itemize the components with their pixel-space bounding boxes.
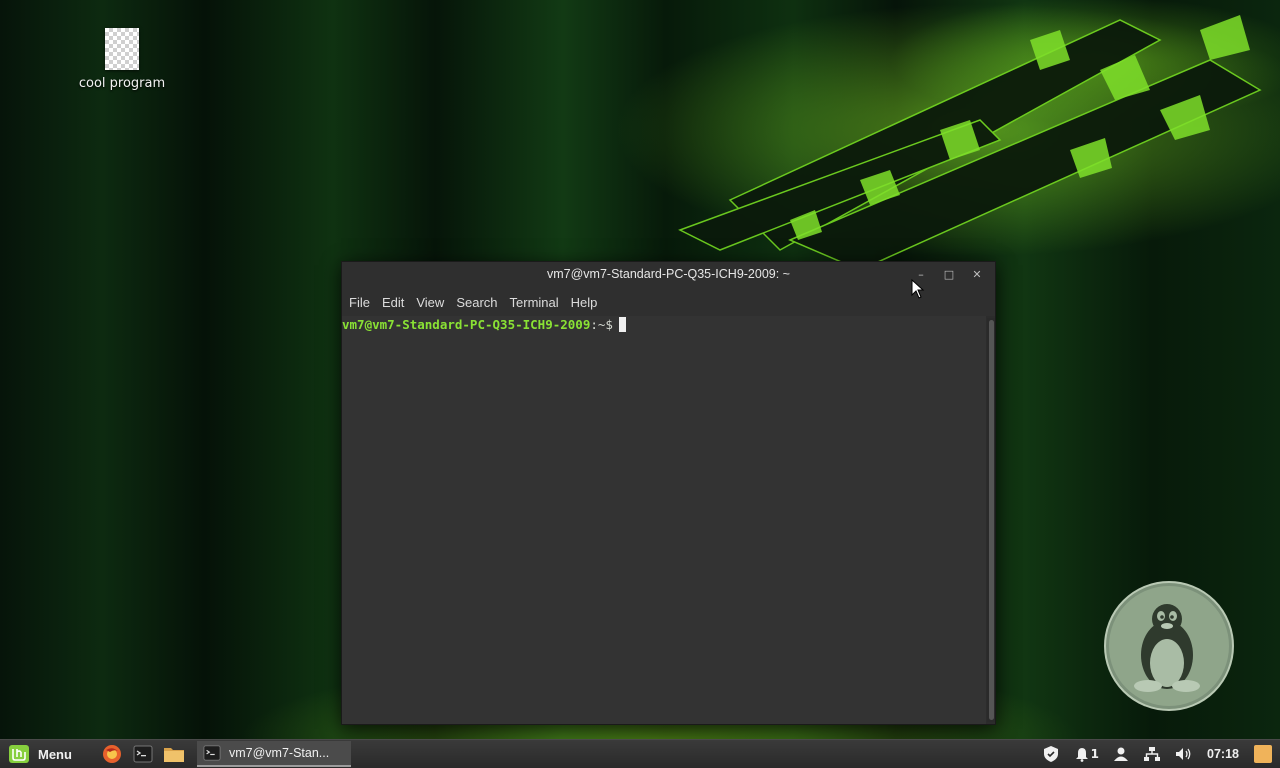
- maximize-icon: □: [943, 268, 955, 281]
- maximize-button[interactable]: □: [941, 267, 957, 283]
- show-desktop-icon: [1254, 745, 1272, 763]
- close-button[interactable]: ✕: [969, 267, 985, 283]
- window-title: vm7@vm7-Standard-PC-Q35-ICH9-2009: ~: [547, 267, 790, 281]
- close-icon: ✕: [972, 268, 982, 281]
- files-launcher[interactable]: [161, 741, 187, 767]
- taskbar-task-terminal[interactable]: vm7@vm7-Stan...: [197, 741, 351, 767]
- terminal-icon: [133, 745, 153, 763]
- start-menu-button[interactable]: Menu: [0, 743, 94, 765]
- menu-search[interactable]: Search: [453, 295, 500, 310]
- shield-icon: [1043, 746, 1058, 762]
- firefox-launcher[interactable]: [99, 741, 125, 767]
- terminal-scrollbar[interactable]: [987, 318, 995, 722]
- terminal-area[interactable]: vm7@vm7-Standard-PC-Q35-ICH9-2009:~$: [342, 316, 986, 724]
- terminal-window[interactable]: vm7@vm7-Standard-PC-Q35-ICH9-2009: ~ – □…: [341, 261, 996, 725]
- terminal-launcher[interactable]: [130, 741, 156, 767]
- task-label: vm7@vm7-Stan...: [229, 746, 330, 760]
- clock[interactable]: 07:18: [1200, 740, 1246, 768]
- user-icon: [1114, 747, 1129, 761]
- prompt-separator: :: [590, 317, 598, 332]
- notification-count: 1: [1090, 747, 1100, 761]
- prompt-symbol: $: [605, 317, 613, 332]
- terminal-icon: [203, 745, 221, 761]
- menu-view[interactable]: View: [413, 295, 447, 310]
- desktop-icon-cool-program[interactable]: cool program: [76, 28, 168, 91]
- clock-time: 07:18: [1207, 747, 1239, 761]
- network-icon: [1144, 747, 1161, 761]
- tux-penguin-badge: [1104, 581, 1234, 711]
- mouse-pointer-icon: [911, 279, 925, 299]
- update-manager-tray[interactable]: [1035, 740, 1067, 768]
- menu-terminal[interactable]: Terminal: [507, 295, 562, 310]
- menu-file[interactable]: File: [346, 295, 373, 310]
- menu-help[interactable]: Help: [568, 295, 601, 310]
- wallpaper-shards: [678, 15, 1262, 271]
- mint-logo-icon: [9, 745, 29, 763]
- window-titlebar[interactable]: vm7@vm7-Standard-PC-Q35-ICH9-2009: ~ – □…: [342, 262, 995, 288]
- desktop-icon-label: cool program: [78, 76, 166, 91]
- taskbar: Menu vm7@vm7-Stan... 1 07:18: [0, 739, 1280, 768]
- tux-icon: [1134, 604, 1200, 692]
- firefox-icon: [103, 745, 121, 763]
- bell-icon: [1075, 748, 1088, 762]
- user-tray[interactable]: [1106, 740, 1136, 768]
- scrollbar-thumb[interactable]: [989, 320, 994, 720]
- system-tray: 1 07:18: [1035, 740, 1280, 768]
- start-menu-label: Menu: [38, 746, 72, 762]
- menu-edit[interactable]: Edit: [379, 295, 407, 310]
- transparent-file-icon: [105, 28, 139, 70]
- text-cursor: [618, 317, 626, 332]
- volume-tray[interactable]: [1168, 740, 1200, 768]
- show-desktop-button[interactable]: [1246, 740, 1280, 768]
- network-tray[interactable]: [1136, 740, 1168, 768]
- volume-icon: [1176, 748, 1191, 760]
- prompt-user-host: vm7@vm7-Standard-PC-Q35-ICH9-2009: [342, 317, 591, 332]
- notifications-tray[interactable]: 1: [1067, 740, 1106, 768]
- files-icon: [164, 748, 184, 762]
- menu-bar: File Edit View Search Terminal Help: [342, 288, 995, 316]
